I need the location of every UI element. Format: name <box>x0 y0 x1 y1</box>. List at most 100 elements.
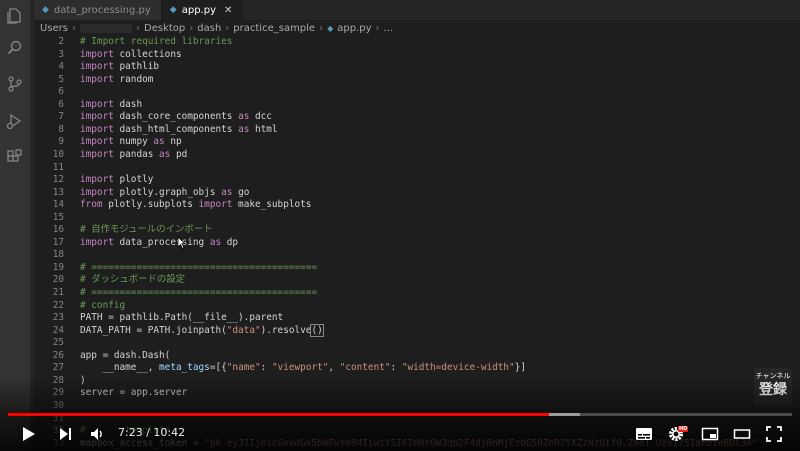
code-line[interactable]: 26 app = dash.Dash( <box>34 350 800 363</box>
code-line[interactable]: 17 import data_processing as dp <box>34 237 800 250</box>
code-line[interactable]: 15 <box>34 212 800 225</box>
code-token: pandas <box>113 148 160 160</box>
code-text: from plotly.subplots import make_subplot… <box>80 199 311 212</box>
breadcrumb-item[interactable]: ... <box>384 23 394 34</box>
code-token: import <box>80 236 114 248</box>
line-number: 11 <box>52 161 64 173</box>
line-number: 18 <box>52 249 64 261</box>
code-text: # Import required libraries <box>80 36 232 49</box>
theater-mode-button[interactable] <box>732 424 752 444</box>
code-line[interactable]: 7 import dash_core_components as dcc <box>34 111 800 124</box>
code-line[interactable]: 24 DATA_PATH = PATH.joinpath("data").reso… <box>34 323 800 338</box>
code-line[interactable]: 18 <box>34 249 800 262</box>
tab-app[interactable]: ◆ app.py ✕ <box>161 0 244 20</box>
code-token: # ======================================… <box>80 261 318 273</box>
line-number: 4 <box>58 61 64 73</box>
code-line[interactable]: 12 import plotly <box>34 174 800 187</box>
code-token: as <box>221 186 233 198</box>
line-number: 7 <box>58 111 64 123</box>
code-line[interactable]: 20 # ダッシュボードの設定 <box>34 274 800 287</box>
code-token: collections <box>113 48 182 60</box>
code-token: }] <box>514 362 526 374</box>
code-line[interactable]: 3 import collections <box>34 49 800 62</box>
code-token: "name" <box>226 362 261 374</box>
files-icon[interactable] <box>5 6 25 26</box>
search-icon[interactable] <box>5 38 25 58</box>
code-token: ).resolve <box>260 324 312 336</box>
code-token: import <box>80 48 114 60</box>
code-text: import dash_core_components as dcc <box>80 111 272 124</box>
code-text: app = dash.Dash( <box>80 350 170 363</box>
code-line[interactable]: 16 # 自作モジュールのインポート <box>34 224 800 237</box>
python-file-icon: ◆ <box>327 23 334 33</box>
code-line[interactable]: 10 import pandas as pd <box>34 149 800 162</box>
code-token: plotly <box>113 174 154 186</box>
close-icon[interactable]: ✕ <box>224 5 232 16</box>
volume-button[interactable] <box>88 424 108 444</box>
code-text: import pandas as pd <box>80 149 187 162</box>
code-line[interactable]: 13 import plotly.graph_objs as go <box>34 187 800 200</box>
code-token: dash_html_components <box>113 123 239 135</box>
line-number: 2 <box>58 36 64 47</box>
breadcrumb-item[interactable]: practice_sample <box>233 23 315 34</box>
code-line[interactable]: 22 # config <box>34 300 800 313</box>
miniplayer-button[interactable] <box>700 424 720 444</box>
fullscreen-button[interactable] <box>764 424 784 444</box>
code-line[interactable]: 25 <box>34 337 800 350</box>
code-line[interactable]: 11 <box>34 162 800 175</box>
code-line[interactable]: 14 from plotly.subplots import make_subpl… <box>34 199 800 212</box>
code-line[interactable]: 4 import pathlib <box>34 61 800 74</box>
code-token: data_processing <box>113 236 210 248</box>
code-token: dash <box>113 98 143 110</box>
code-token: : <box>390 362 402 374</box>
code-line[interactable]: 2 # Import required libraries <box>34 36 800 49</box>
subtitles-button[interactable] <box>634 424 654 444</box>
mouse-pointer-icon <box>177 236 186 250</box>
chevron-right-icon: › <box>225 22 230 34</box>
tab-data-processing[interactable]: ◆ data_processing.py <box>34 0 162 20</box>
code-text: import dash <box>80 99 142 112</box>
next-button[interactable] <box>55 424 75 444</box>
code-token: # ======================================… <box>80 287 318 298</box>
code-token: # 自作モジュールのインポート <box>80 224 213 236</box>
code-token: import <box>80 186 114 198</box>
code-text: # ダッシュボードの設定 <box>80 274 185 287</box>
code-token: , <box>328 362 340 374</box>
code-token: import <box>80 148 114 160</box>
code-line[interactable]: 27 __name__, meta_tags=[{"name": "viewpo… <box>34 362 800 375</box>
code-text: PATH = pathlib.Path(__file__).parent <box>80 312 283 325</box>
line-number: 12 <box>52 174 64 186</box>
breadcrumb-item[interactable]: Users <box>40 23 68 34</box>
line-number: 15 <box>52 211 64 223</box>
code-line[interactable]: 23 PATH = pathlib.Path(__file__).parent <box>34 312 800 325</box>
play-button[interactable] <box>18 424 38 444</box>
breadcrumb-item[interactable]: dash <box>197 23 221 34</box>
code-line[interactable]: 21 # ====================================… <box>34 287 800 300</box>
code-line[interactable]: 6 import dash <box>34 99 800 112</box>
code-text: # 自作モジュールのインポート <box>80 224 213 237</box>
code-text: import numpy as np <box>80 136 182 149</box>
line-number: 19 <box>52 261 64 273</box>
breadcrumb-item[interactable]: app.py <box>337 23 371 34</box>
code-line[interactable]: 9 import numpy as np <box>34 136 800 149</box>
code-token: as <box>238 123 250 135</box>
code-text: # ======================================… <box>80 262 317 275</box>
code-line[interactable]: 5 import random <box>34 74 800 87</box>
extensions-icon[interactable] <box>5 147 25 167</box>
line-number: 20 <box>52 274 64 286</box>
breadcrumb-item[interactable]: Desktop <box>144 23 185 34</box>
source-control-icon[interactable] <box>5 74 25 94</box>
code-token: as <box>153 136 165 148</box>
code-line[interactable]: 6 <box>34 86 800 99</box>
code-token: go <box>232 186 250 198</box>
code-token: plotly.subplots <box>102 199 199 211</box>
code-line[interactable]: 8 import dash_html_components as html <box>34 124 800 137</box>
run-debug-icon[interactable] <box>5 111 25 131</box>
code-line[interactable]: 19 # ====================================… <box>34 262 800 275</box>
python-file-icon: ◆ <box>169 5 177 15</box>
code-token: import <box>80 123 114 135</box>
code-token: import <box>80 111 114 123</box>
progress-bar[interactable] <box>8 413 792 416</box>
code-token: plotly.graph_objs <box>113 186 222 198</box>
line-number: 21 <box>52 287 64 298</box>
